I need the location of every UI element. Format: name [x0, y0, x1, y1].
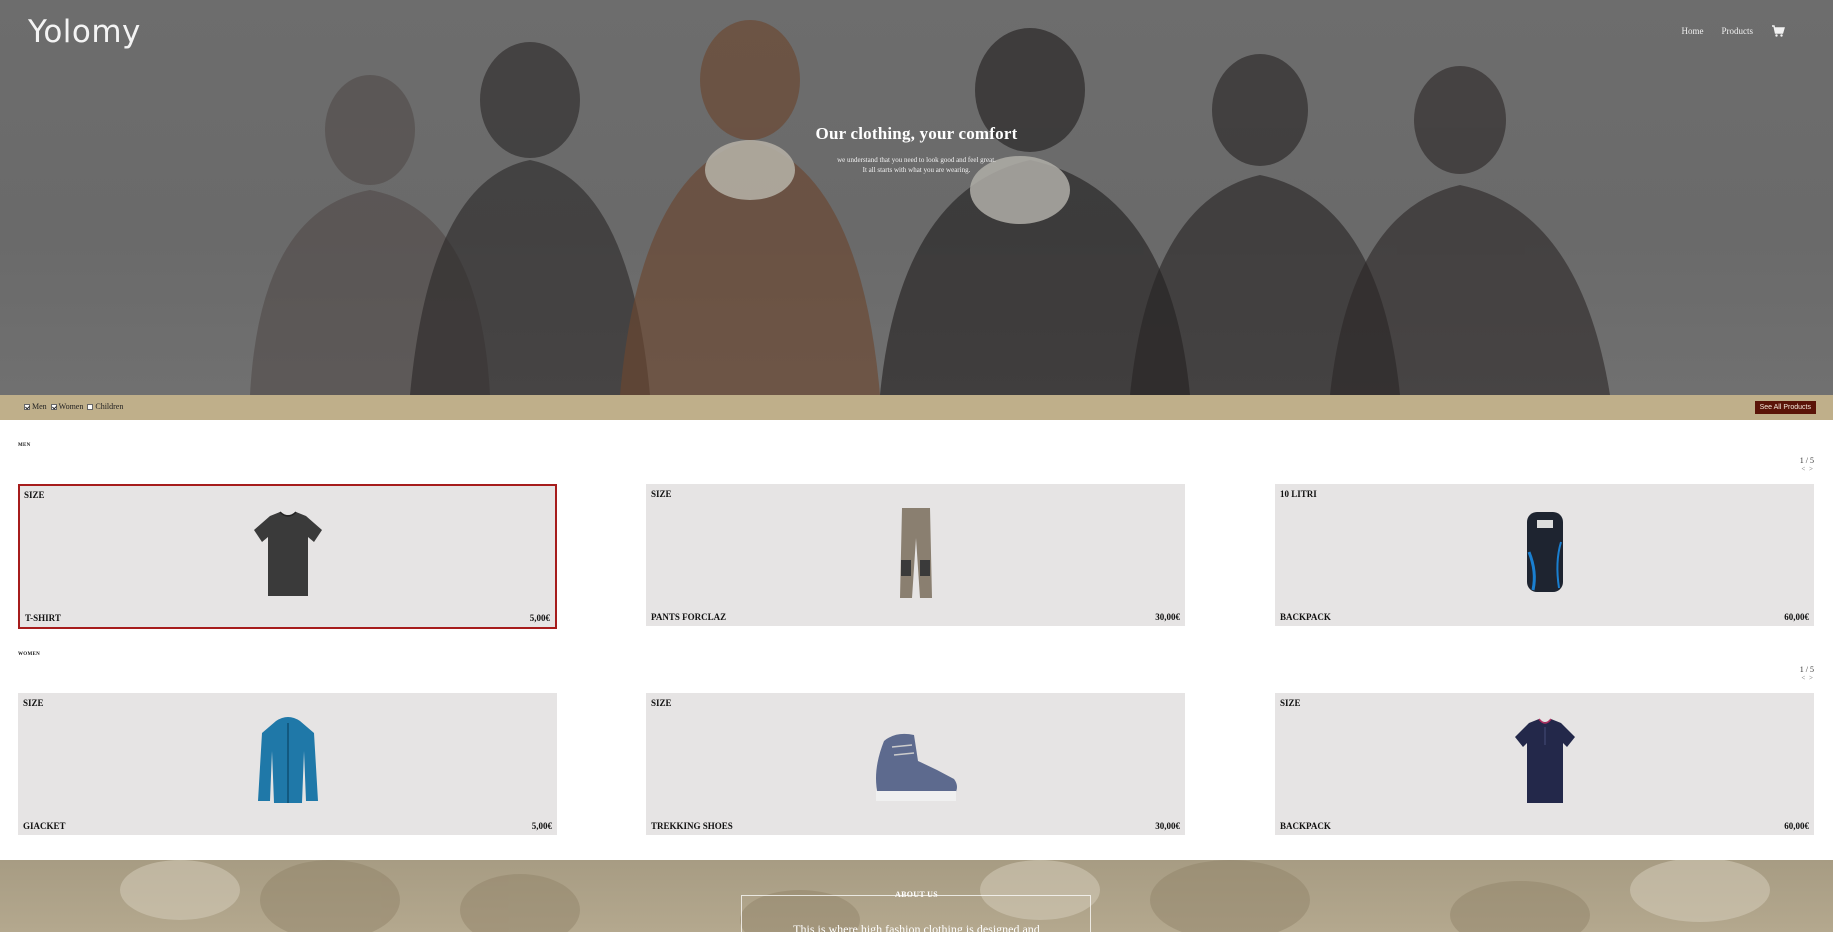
section-title-men: MEN — [18, 443, 31, 448]
product-name: T-SHIRT — [25, 613, 61, 623]
hero-subtitle-line: It all starts with what you are wearing. — [862, 166, 971, 174]
product-card[interactable]: SIZE GIACKET 5,00€ — [18, 693, 557, 835]
product-tag: SIZE — [1280, 698, 1301, 708]
hero-text: Our clothing, your comfort we understand… — [0, 124, 1833, 175]
men-pager-arrows[interactable]: < > — [1800, 465, 1814, 473]
filter-children-label[interactable]: Children — [95, 402, 123, 411]
hero-subtitle-line: we understand that you need to look good… — [837, 156, 996, 164]
product-name: BACKPACK — [1280, 821, 1331, 831]
filter-men-checkbox[interactable] — [24, 403, 30, 410]
product-name: TREKKING SHOES — [651, 821, 733, 831]
women-page-indicator: 1 / 5 — [1799, 665, 1814, 674]
nav-products-link[interactable]: Products — [1722, 26, 1754, 36]
hero-title: Our clothing, your comfort — [815, 124, 1018, 143]
product-tag: SIZE — [651, 489, 672, 499]
filter-women-label[interactable]: Women — [59, 402, 84, 411]
product-price: 30,00€ — [1155, 821, 1180, 831]
product-tag: SIZE — [23, 698, 44, 708]
product-price: 60,00€ — [1784, 612, 1809, 622]
about-text: This is where high fashion clothing is d… — [793, 922, 1040, 932]
product-price: 60,00€ — [1784, 821, 1809, 831]
filter-children-checkbox[interactable] — [87, 403, 94, 410]
product-card[interactable]: SIZE BACKPACK 60,00€ — [1275, 693, 1814, 835]
backpack-icon — [1526, 512, 1563, 592]
shoe-icon — [875, 733, 957, 801]
product-card[interactable]: SIZE T-SHIRT 5,00€ — [18, 484, 557, 629]
see-all-products-button[interactable]: See All Products — [1754, 401, 1816, 414]
tshirt-icon — [253, 511, 322, 596]
women-pager-arrows[interactable]: < > — [1800, 674, 1814, 682]
product-tag: SIZE — [24, 490, 45, 500]
product-card[interactable]: SIZE PANTS FORCLAZ 30,00€ — [646, 484, 1185, 626]
cart-icon[interactable] — [1771, 24, 1785, 38]
product-name: BACKPACK — [1280, 612, 1331, 622]
men-page-indicator: 1 / 5 — [1799, 456, 1814, 465]
about-title: ABOUT US — [895, 890, 938, 899]
product-price: 30,00€ — [1155, 612, 1180, 622]
blouse-icon — [1514, 718, 1575, 803]
product-card[interactable]: 10 LITRI BACKPACK 60,00€ — [1275, 484, 1814, 626]
logo[interactable]: Yolomy — [28, 14, 141, 50]
product-price: 5,00€ — [529, 613, 550, 623]
filter-bar: Men Women Children See All Products — [0, 395, 1833, 420]
men-pager: 1 / 5 < > — [1799, 456, 1814, 474]
product-card[interactable]: SIZE TREKKING SHOES 30,00€ — [646, 693, 1185, 835]
nav-home-link[interactable]: Home — [1682, 26, 1704, 36]
product-name: PANTS FORCLAZ — [651, 612, 727, 622]
hero-subtitle: we understand that you need to look good… — [0, 155, 1833, 175]
hero-people-image — [250, 20, 1610, 395]
filter-men-label[interactable]: Men — [32, 402, 47, 411]
product-price: 5,00€ — [531, 821, 552, 831]
jacket-icon — [257, 717, 318, 803]
section-title-women: WOMEN — [18, 652, 41, 657]
product-tag: SIZE — [651, 698, 672, 708]
women-pager: 1 / 5 < > — [1799, 665, 1814, 683]
product-name: GIACKET — [23, 821, 66, 831]
about-section: ABOUT US This is where high fashion clot… — [0, 860, 1833, 932]
pants-icon — [899, 508, 932, 598]
filter-women-checkbox[interactable] — [50, 403, 57, 410]
category-filters: Men Women Children — [24, 402, 127, 411]
top-nav: Home Products — [1682, 24, 1786, 38]
product-tag: 10 LITRI — [1280, 489, 1317, 499]
hero-banner: Yolomy Home Products Our clothing, your … — [0, 0, 1833, 395]
